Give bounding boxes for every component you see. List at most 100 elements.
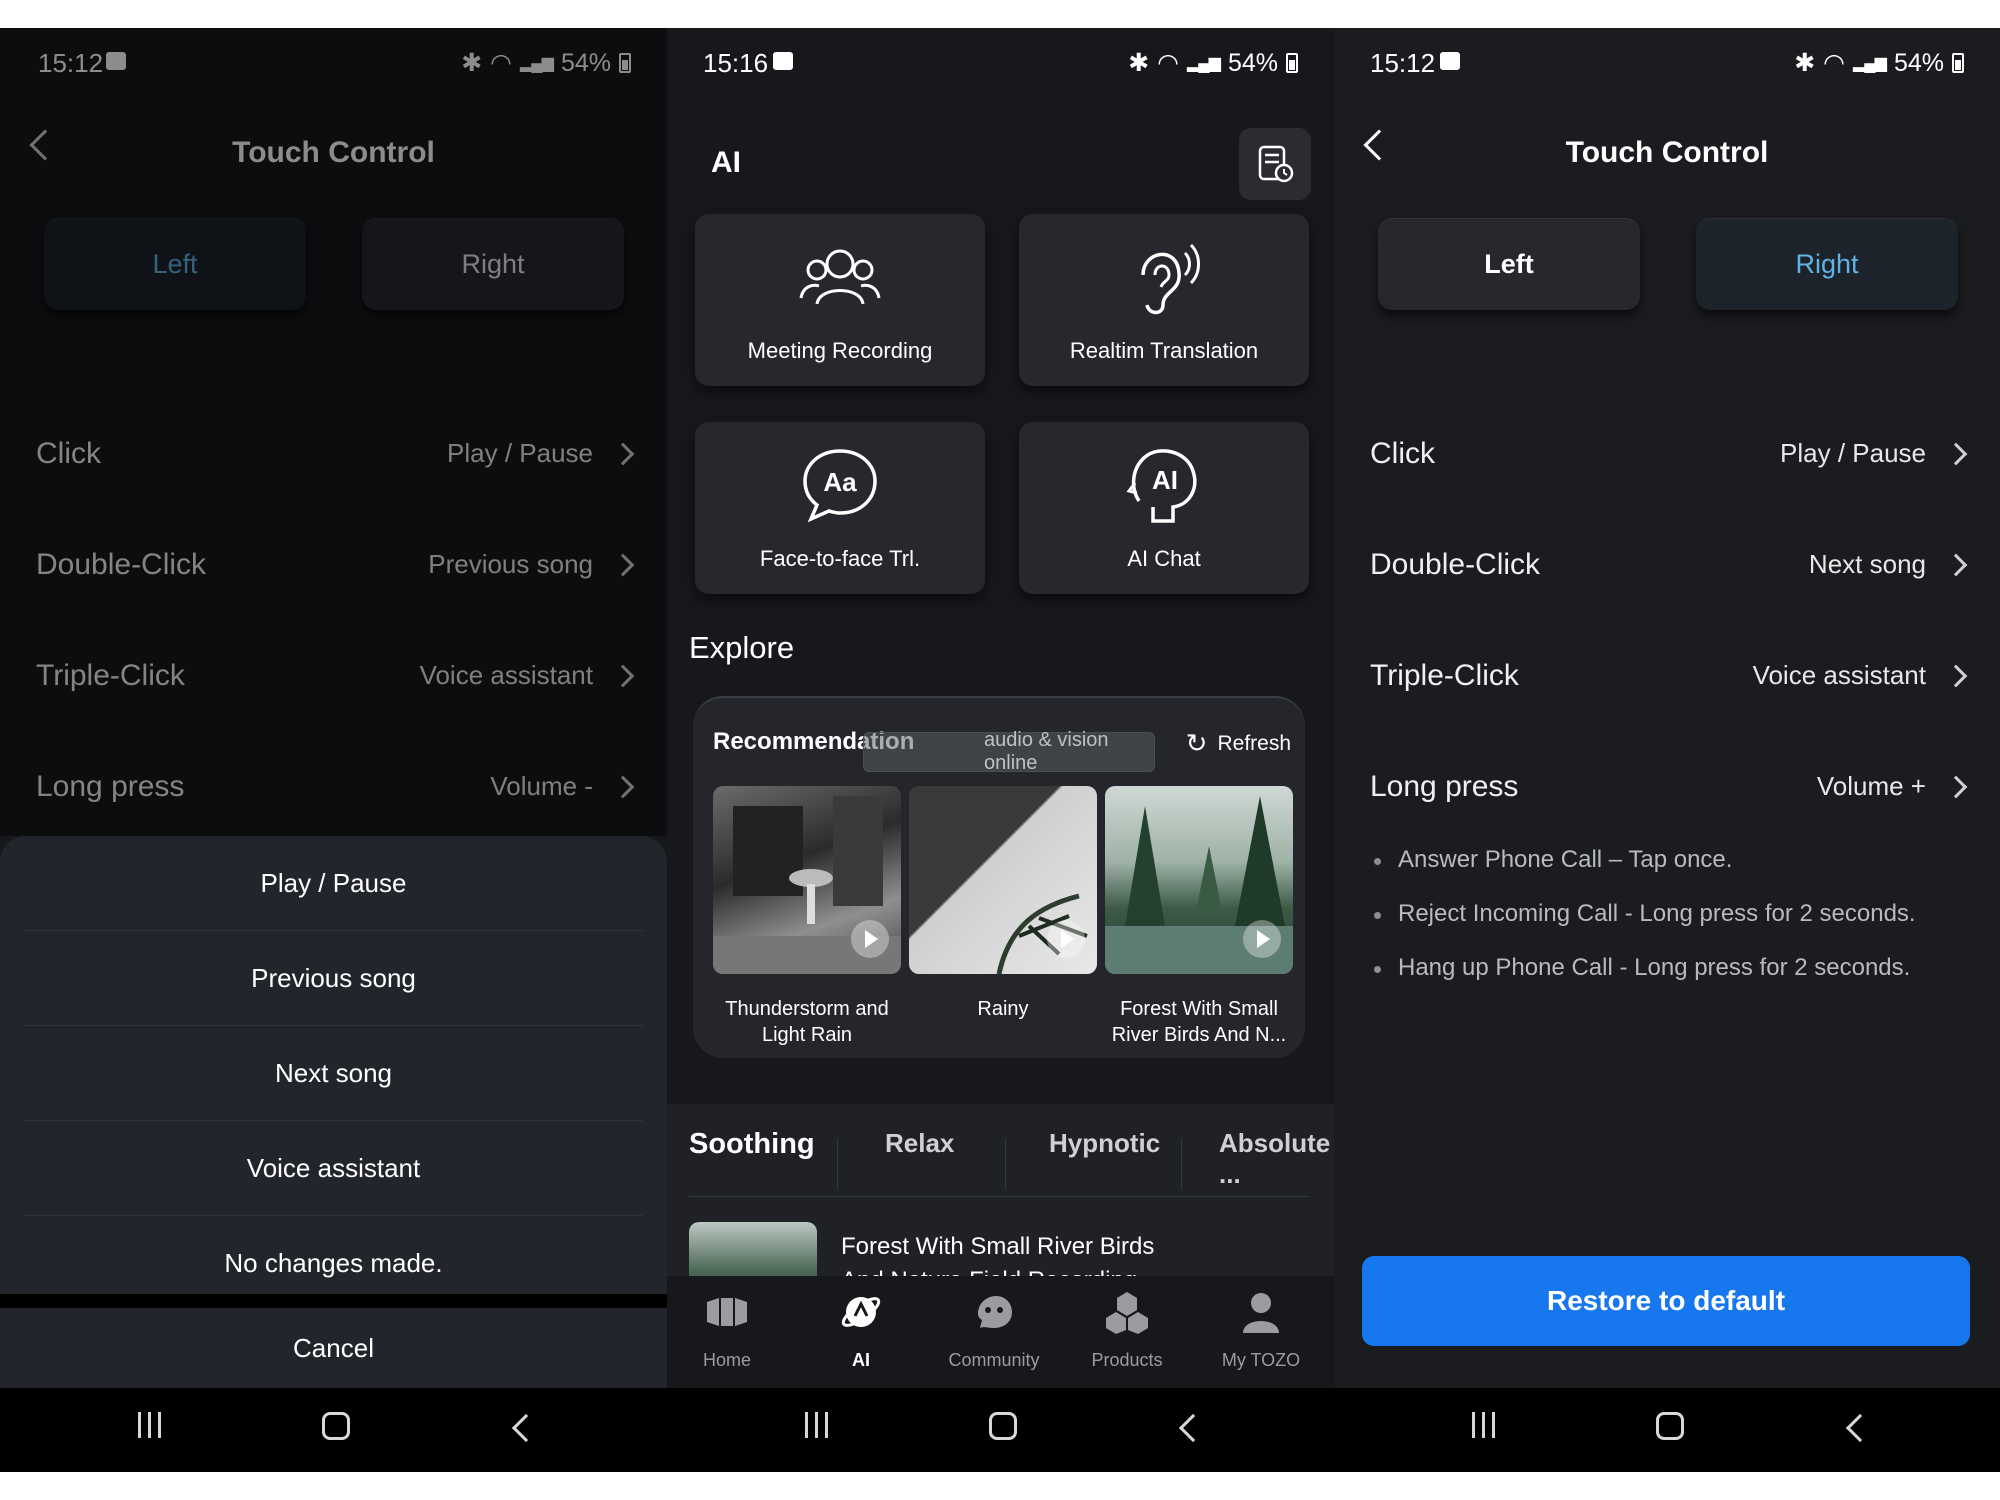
- caption-line: Light Rain: [761, 1024, 853, 1046]
- thunderstorm-thumbnail[interactable]: [713, 786, 901, 974]
- status-bar: 15:12 ✱ ◠ ▂▄▆ 54%: [1334, 28, 2000, 94]
- header: Touch Control: [1334, 98, 2000, 208]
- caption-line: River Birds And N...: [1111, 1024, 1287, 1046]
- gesture-value: Voice assistant: [1752, 660, 1926, 690]
- status-time: 15:12: [1370, 48, 1436, 78]
- tab-home[interactable]: Home: [667, 1276, 787, 1388]
- svg-text:AI: AI: [1152, 465, 1178, 495]
- touch-control-right-screen: 15:12 ✱ ◠ ▂▄▆ 54% Touch Control Left Rig…: [1334, 28, 2000, 1472]
- ai-chat-card[interactable]: AI AI Chat: [1019, 422, 1309, 594]
- tab-products[interactable]: Products: [1067, 1276, 1187, 1388]
- bluetooth-icon: ✱: [1128, 49, 1150, 77]
- restore-default-button[interactable]: Restore to default: [1362, 1256, 1970, 1346]
- thumbnail-caption: Rainy: [905, 996, 1101, 1022]
- gesture-label: Click: [1370, 436, 1435, 470]
- category-tab-relax[interactable]: Relax: [885, 1128, 954, 1159]
- category-tab-soothing[interactable]: Soothing: [689, 1128, 815, 1161]
- gesture-row-long-press[interactable]: Long press Volume +: [1334, 731, 2000, 842]
- sheet-option[interactable]: Next song: [24, 1026, 643, 1121]
- category-tab-absolute[interactable]: Absolute ...: [1219, 1128, 1330, 1190]
- bluetooth-icon: ✱: [1794, 49, 1816, 77]
- system-nav-bar: [0, 1388, 667, 1472]
- play-icon[interactable]: [1047, 920, 1085, 958]
- call-tips: Answer Phone Call – Tap once. Reject Inc…: [1374, 846, 1916, 1008]
- modal-backdrop[interactable]: [0, 28, 667, 836]
- sheet-option[interactable]: Play / Pause: [24, 836, 643, 931]
- gesture-label: Long press: [1370, 769, 1519, 803]
- touch-control-left-screen: 15:12 ✱ ◠ ▂▄▆ 54% Touch Control Left Rig…: [0, 28, 667, 1472]
- gesture-value: Next song: [1808, 549, 1926, 579]
- home-nav-icon[interactable]: [989, 1412, 1017, 1440]
- gesture-row-triple-click[interactable]: Triple-Click Voice assistant: [1334, 620, 2000, 731]
- home-icon: [707, 1298, 747, 1326]
- gesture-value: Volume +: [1816, 771, 1926, 801]
- recents-icon[interactable]: [138, 1412, 161, 1438]
- realtime-translation-card[interactable]: Realtim Translation: [1019, 214, 1309, 386]
- sheet-option[interactable]: Voice assistant: [24, 1121, 643, 1216]
- divider: [837, 1138, 838, 1190]
- person-icon: [1243, 1293, 1279, 1333]
- face-to-face-card[interactable]: Aa Face-to-face Trl.: [695, 422, 985, 594]
- chevron-right-icon: [1944, 442, 1968, 465]
- tab-right[interactable]: Right: [1696, 218, 1958, 310]
- gesture-label: Triple-Click: [1370, 658, 1519, 692]
- tab-my-tozo[interactable]: My TOZO: [1201, 1276, 1321, 1388]
- home-nav-icon[interactable]: [1656, 1412, 1684, 1440]
- action-sheet: Play / Pause Previous song Next song Voi…: [0, 836, 667, 1324]
- forest-thumbnail[interactable]: [1105, 786, 1293, 974]
- cancel-button[interactable]: Cancel: [0, 1308, 667, 1388]
- gesture-row-click[interactable]: Click Play / Pause: [1334, 398, 2000, 509]
- refresh-icon: ↻: [1185, 728, 1208, 758]
- ai-screen: 15:16 ✱ ◠ ▂▄▆ 54% AI Meeting Recording R…: [667, 28, 1334, 1472]
- refresh-button[interactable]: ↻ Refresh: [1186, 728, 1291, 759]
- ai-icon: [841, 1297, 881, 1327]
- tab-label: Community: [948, 1350, 1040, 1370]
- card-label: Realtim Translation: [1069, 338, 1259, 363]
- tab-community[interactable]: Community: [934, 1276, 1054, 1388]
- screenshot-stage: 15:12 ✱ ◠ ▂▄▆ 54% Touch Control Left Rig…: [0, 0, 2000, 1500]
- card-label: AI Chat: [1127, 546, 1201, 571]
- status-bar: 15:16 ✱ ◠ ▂▄▆ 54%: [667, 28, 1334, 94]
- thumbnail-caption: Forest With Small River Birds And N...: [1101, 996, 1297, 1048]
- play-icon[interactable]: [1243, 920, 1281, 958]
- category-tab-hypnotic[interactable]: Hypnotic: [1049, 1128, 1160, 1159]
- sheet-divider: [0, 1294, 667, 1308]
- back-nav-icon[interactable]: [1845, 1413, 1875, 1443]
- rainy-thumbnail[interactable]: [909, 786, 1097, 974]
- history-button[interactable]: [1239, 128, 1311, 200]
- battery-percent: 54%: [1893, 48, 1944, 77]
- tip-item: Reject Incoming Call - Long press for 2 …: [1374, 900, 1916, 954]
- home-nav-icon[interactable]: [322, 1412, 350, 1440]
- gallery-notification-icon: [1440, 52, 1460, 70]
- caption-line: Thunderstorm and: [725, 998, 889, 1020]
- status-icons: ✱ ◠ ▂▄▆ 54%: [1128, 48, 1298, 78]
- battery-icon: [1952, 53, 1964, 73]
- back-nav-icon[interactable]: [1178, 1413, 1208, 1443]
- tab-ai[interactable]: AI: [801, 1276, 921, 1388]
- play-icon[interactable]: [851, 920, 889, 958]
- community-icon: [978, 1296, 1012, 1328]
- recents-icon[interactable]: [805, 1412, 828, 1438]
- signal-icon: ▂▄▆: [1853, 55, 1887, 72]
- chevron-right-icon: [1944, 775, 1968, 798]
- meeting-recording-card[interactable]: Meeting Recording: [695, 214, 985, 386]
- card-label: Face-to-face Trl.: [759, 546, 921, 571]
- tip-item: Answer Phone Call – Tap once.: [1374, 846, 1916, 900]
- back-nav-icon[interactable]: [511, 1413, 541, 1443]
- status-icons: ✱ ◠ ▂▄▆ 54%: [1794, 48, 1964, 78]
- tab-left[interactable]: Left: [1378, 218, 1640, 310]
- system-nav-bar: [667, 1388, 1334, 1472]
- recents-icon[interactable]: [1472, 1412, 1495, 1438]
- sheet-option[interactable]: Previous song: [24, 931, 643, 1026]
- caption-line: Rainy: [977, 998, 1029, 1020]
- tab-label: Products: [1091, 1350, 1163, 1370]
- wifi-icon: ◠: [1823, 49, 1845, 77]
- page-title: AI: [711, 146, 741, 179]
- page-title: Touch Control: [1565, 136, 1769, 169]
- track-item[interactable]: Forest With Small River Birds And Nature…: [689, 1222, 1309, 1276]
- people-icon: [799, 249, 881, 305]
- battery-icon: [1286, 53, 1298, 73]
- gesture-list: Click Play / Pause Double-Click Next son…: [1334, 398, 2000, 842]
- gesture-row-double-click[interactable]: Double-Click Next song: [1334, 509, 2000, 620]
- track-thumbnail: [689, 1222, 817, 1276]
